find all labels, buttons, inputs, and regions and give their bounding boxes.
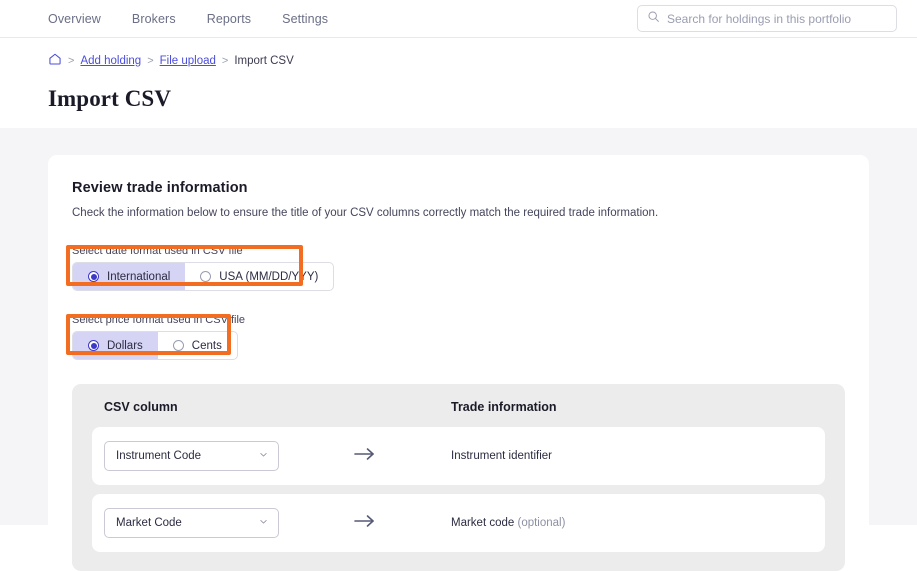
date-format-option-usa-label: USA (MM/DD/YYY) (219, 270, 319, 283)
search-icon (647, 10, 660, 28)
mapping-arrow-1 (279, 446, 451, 467)
mapping-arrow-2 (279, 513, 451, 534)
top-navigation-bar: Overview Brokers Reports Settings (0, 0, 917, 37)
csv-column-select-market-code-value: Market Code (116, 517, 182, 529)
page-body: Review trade information Check the infor… (0, 128, 917, 571)
radio-international-icon (88, 271, 99, 282)
radio-usa-icon (200, 271, 212, 282)
search-wrapper (637, 5, 897, 32)
date-format-field: Select date format used in CSV file Inte… (72, 245, 845, 291)
search-input[interactable] (667, 11, 887, 26)
page-header-band: > Add holding > File upload > Import CSV… (0, 38, 917, 129)
date-format-option-international[interactable]: International (73, 263, 186, 290)
review-trade-information-card: Review trade information Check the infor… (48, 155, 869, 571)
card-subtitle: Check the information below to ensure th… (72, 207, 659, 219)
nav-item-overview[interactable]: Overview (48, 12, 101, 26)
breadcrumb-item-file-upload[interactable]: File upload (160, 55, 216, 67)
arrow-right-icon (353, 446, 377, 467)
breadcrumb-separator-3: > (221, 54, 229, 67)
breadcrumb-item-add-holding[interactable]: Add holding (80, 55, 141, 67)
chevron-down-icon (258, 516, 269, 530)
header-trade-information: Trade information (451, 400, 557, 414)
price-format-option-cents-label: Cents (191, 339, 222, 352)
breadcrumb: > Add holding > File upload > Import CSV (48, 52, 869, 69)
radio-cents-icon (172, 340, 184, 351)
trade-information-value-2: Market code (optional) (451, 517, 565, 529)
card-title: Review trade information (72, 180, 248, 196)
nav-links: Overview Brokers Reports Settings (48, 12, 328, 26)
table-row: Market Code Market code (optional) (92, 494, 825, 552)
trade-information-optional-2: (optional) (517, 517, 566, 529)
csv-mapping-panel: CSV column Trade information Instrument … (72, 384, 845, 571)
trade-information-value-1: Instrument identifier (451, 450, 552, 462)
price-format-option-dollars-label: Dollars (107, 339, 143, 352)
date-format-option-international-label: International (107, 270, 171, 283)
price-format-option-dollars[interactable]: Dollars (73, 332, 158, 359)
home-icon[interactable] (48, 52, 62, 69)
date-format-label: Select date format used in CSV file (72, 245, 243, 257)
csv-column-select-instrument-code-value: Instrument Code (116, 450, 202, 462)
breadcrumb-item-import-csv: Import CSV (234, 54, 294, 67)
price-format-label: Select price format used in CSV file (72, 314, 246, 326)
search-box[interactable] (637, 5, 897, 32)
chevron-down-icon (258, 449, 269, 463)
table-row: Instrument Code Instrument identifier (92, 427, 825, 485)
price-format-radio-group[interactable]: Dollars Cents (72, 331, 238, 360)
date-format-option-usa[interactable]: USA (MM/DD/YYY) (185, 263, 333, 290)
arrow-right-icon (353, 513, 377, 534)
price-format-field: Select price format used in CSV file Dol… (72, 314, 845, 360)
trade-information-label-1: Instrument identifier (451, 450, 552, 462)
breadcrumb-separator-2: > (147, 54, 154, 67)
price-format-option-cents[interactable]: Cents (158, 332, 237, 359)
csv-column-select-instrument-code[interactable]: Instrument Code (104, 441, 279, 471)
nav-item-brokers[interactable]: Brokers (132, 12, 176, 26)
breadcrumb-separator-1: > (68, 54, 75, 67)
page-title: Import CSV (48, 86, 172, 111)
nav-item-settings[interactable]: Settings (282, 12, 328, 26)
nav-item-reports[interactable]: Reports (207, 12, 251, 26)
radio-dollars-icon (88, 340, 99, 351)
trade-information-label-2: Market code (451, 517, 518, 529)
date-format-radio-group[interactable]: International USA (MM/DD/YYY) (72, 262, 335, 291)
header-csv-column: CSV column (104, 400, 178, 414)
csv-column-select-market-code[interactable]: Market Code (104, 508, 279, 538)
mapping-table-header: CSV column Trade information (92, 400, 825, 427)
